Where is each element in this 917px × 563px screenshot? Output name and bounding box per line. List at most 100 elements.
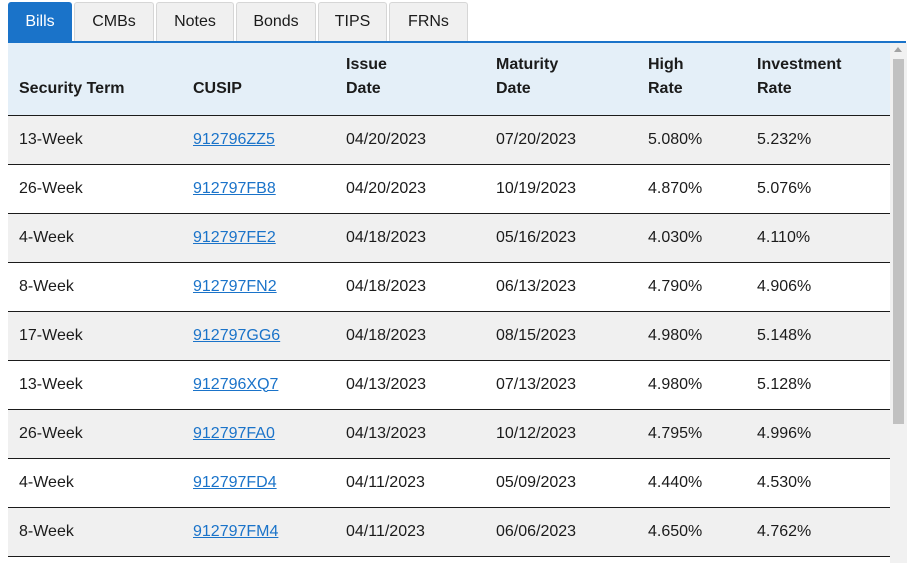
investment-rate-cell: 4.762% bbox=[746, 507, 890, 557]
security-term-cell: 26-Week bbox=[8, 409, 182, 459]
high-rate-cell: 4.795% bbox=[637, 409, 746, 459]
maturity-date-cell: 06/06/2023 bbox=[485, 507, 637, 557]
tab-cmbs[interactable]: CMBs bbox=[74, 2, 154, 41]
cusip-link[interactable]: 912797FE2 bbox=[193, 229, 276, 246]
table-row: 17-Week 912797GG6 04/18/2023 08/15/2023 … bbox=[8, 311, 890, 361]
maturity-date-cell: 05/09/2023 bbox=[485, 458, 637, 508]
issue-date-cell: 04/20/2023 bbox=[335, 164, 485, 214]
scrollbar-thumb[interactable] bbox=[893, 59, 904, 424]
cusip-cell: 912797FA0 bbox=[182, 409, 335, 459]
tab-notes[interactable]: Notes bbox=[156, 2, 234, 41]
table-header: Security Term CUSIP Issue Date Maturity Da… bbox=[8, 43, 890, 116]
security-term-cell: 8-Week bbox=[8, 262, 182, 312]
cusip-cell: 912797GG6 bbox=[182, 311, 335, 361]
header-investment-rate[interactable]: Investment Rate bbox=[746, 43, 890, 116]
vertical-scrollbar[interactable] bbox=[890, 43, 907, 563]
security-term-cell: 4-Week bbox=[8, 458, 182, 508]
investment-rate-cell: 4.530% bbox=[746, 458, 890, 508]
header-row: Security Term CUSIP Issue Date Maturity Da… bbox=[8, 43, 890, 116]
high-rate-cell: 4.870% bbox=[637, 164, 746, 214]
issue-date-cell: 04/13/2023 bbox=[335, 360, 485, 410]
cusip-cell: 912797FM4 bbox=[182, 507, 335, 557]
cusip-cell: 912797FB8 bbox=[182, 164, 335, 214]
header-high-rate[interactable]: High Rate bbox=[637, 43, 746, 116]
header-issue-date[interactable]: Issue Date bbox=[335, 43, 485, 116]
high-rate-cell: 4.030% bbox=[637, 213, 746, 263]
maturity-date-cell: 05/16/2023 bbox=[485, 213, 637, 263]
tab-notes-label: Notes bbox=[174, 13, 216, 30]
investment-rate-cell: 4.110% bbox=[746, 213, 890, 263]
table-row: 26-Week 912797FA0 04/13/2023 10/12/2023 … bbox=[8, 409, 890, 459]
tab-tips[interactable]: TIPS bbox=[318, 2, 387, 41]
high-rate-cell: 4.440% bbox=[637, 458, 746, 508]
scroll-up-arrow-icon[interactable] bbox=[894, 47, 902, 52]
high-rate-cell: 5.080% bbox=[637, 115, 746, 165]
investment-rate-cell: 4.996% bbox=[746, 409, 890, 459]
table-row: 4-Week 912797FD4 04/11/2023 05/09/2023 4… bbox=[8, 458, 890, 508]
maturity-date-cell: 10/19/2023 bbox=[485, 164, 637, 214]
security-term-cell: 13-Week bbox=[8, 360, 182, 410]
header-security-term[interactable]: Security Term bbox=[8, 43, 182, 116]
maturity-date-cell: 07/20/2023 bbox=[485, 115, 637, 165]
security-term-cell: 8-Week bbox=[8, 507, 182, 557]
header-investment-rate-line1: Investment bbox=[757, 55, 842, 73]
table-row: 13-Week 912796ZZ5 04/20/2023 07/20/2023 … bbox=[8, 115, 890, 165]
header-cusip[interactable]: CUSIP bbox=[182, 43, 335, 116]
cusip-cell: 912797FD4 bbox=[182, 458, 335, 508]
tab-bonds[interactable]: Bonds bbox=[236, 2, 316, 41]
tab-cmbs-label: CMBs bbox=[92, 13, 136, 30]
investment-rate-cell: 4.906% bbox=[746, 262, 890, 312]
issue-date-cell: 04/18/2023 bbox=[335, 262, 485, 312]
auction-results-table-container[interactable]: Security Term CUSIP Issue Date Maturity Da… bbox=[8, 43, 890, 563]
cusip-link[interactable]: 912797FM4 bbox=[193, 523, 278, 540]
tab-frns[interactable]: FRNs bbox=[389, 2, 468, 41]
cusip-link[interactable]: 912797FB8 bbox=[193, 180, 276, 197]
header-maturity-date[interactable]: Maturity Date bbox=[485, 43, 637, 116]
header-maturity-date-line1: Maturity bbox=[496, 55, 559, 73]
header-issue-date-line1: Issue bbox=[346, 55, 387, 73]
investment-rate-cell: 5.148% bbox=[746, 311, 890, 361]
security-term-cell: 26-Week bbox=[8, 164, 182, 214]
security-term-cell: 17-Week bbox=[8, 311, 182, 361]
issue-date-cell: 04/18/2023 bbox=[335, 311, 485, 361]
header-investment-rate-line2: Rate bbox=[757, 79, 792, 97]
issue-date-cell: 04/13/2023 bbox=[335, 409, 485, 459]
table-row: 4-Week 912797FE2 04/18/2023 05/16/2023 4… bbox=[8, 213, 890, 263]
tab-bills-label: Bills bbox=[25, 13, 55, 30]
cusip-link[interactable]: 912796ZZ5 bbox=[193, 131, 275, 148]
header-cusip-label: CUSIP bbox=[193, 79, 242, 97]
cusip-cell: 912796XQ7 bbox=[182, 360, 335, 410]
table-row: 8-Week 912797FN2 04/18/2023 06/13/2023 4… bbox=[8, 262, 890, 312]
maturity-date-cell: 08/15/2023 bbox=[485, 311, 637, 361]
high-rate-cell: 4.980% bbox=[637, 360, 746, 410]
cusip-link[interactable]: 912797FN2 bbox=[193, 278, 277, 295]
cusip-link[interactable]: 912797GG6 bbox=[193, 327, 280, 344]
header-high-rate-line1: High bbox=[648, 55, 684, 73]
header-security-term-label: Security Term bbox=[19, 79, 125, 97]
security-term-cell: 4-Week bbox=[8, 213, 182, 263]
tab-frns-label: FRNs bbox=[408, 13, 449, 30]
cusip-cell: 912797FE2 bbox=[182, 213, 335, 263]
security-term-cell: 13-Week bbox=[8, 115, 182, 165]
cusip-cell: 912797FN2 bbox=[182, 262, 335, 312]
cusip-link[interactable]: 912797FD4 bbox=[193, 474, 277, 491]
tab-tips-label: TIPS bbox=[334, 13, 371, 30]
tab-bonds-label: Bonds bbox=[253, 13, 299, 30]
security-type-tabs: Bills CMBs Notes Bonds TIPS FRNs bbox=[8, 0, 470, 41]
issue-date-cell: 04/11/2023 bbox=[335, 458, 485, 508]
cusip-link[interactable]: 912796XQ7 bbox=[193, 376, 278, 393]
cusip-cell: 912796ZZ5 bbox=[182, 115, 335, 165]
investment-rate-cell: 5.232% bbox=[746, 115, 890, 165]
high-rate-cell: 4.980% bbox=[637, 311, 746, 361]
issue-date-cell: 04/11/2023 bbox=[335, 507, 485, 557]
maturity-date-cell: 07/13/2023 bbox=[485, 360, 637, 410]
investment-rate-cell: 5.128% bbox=[746, 360, 890, 410]
table-row: 8-Week 912797FM4 04/11/2023 06/06/2023 4… bbox=[8, 507, 890, 557]
tab-bills[interactable]: Bills bbox=[8, 2, 72, 41]
maturity-date-cell: 06/13/2023 bbox=[485, 262, 637, 312]
auction-results-table: Security Term CUSIP Issue Date Maturity Da… bbox=[8, 43, 890, 557]
header-maturity-date-line2: Date bbox=[496, 79, 531, 97]
high-rate-cell: 4.790% bbox=[637, 262, 746, 312]
issue-date-cell: 04/18/2023 bbox=[335, 213, 485, 263]
cusip-link[interactable]: 912797FA0 bbox=[193, 425, 275, 442]
